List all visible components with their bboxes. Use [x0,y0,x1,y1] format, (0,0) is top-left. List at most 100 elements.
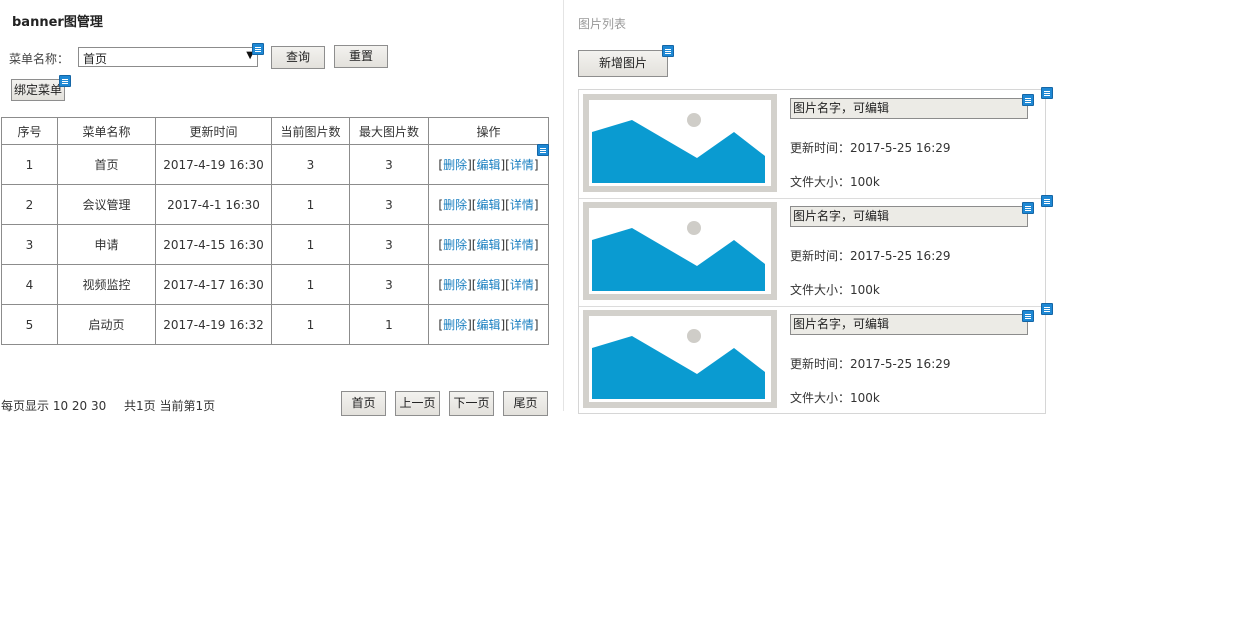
cell-no: 4 [1,264,58,305]
annotation-note-icon [1022,310,1034,322]
delete-link[interactable]: 删除 [443,278,467,292]
table-row: 2 会议管理 2017-4-1 16:30 1 3 [删除][编辑][详情] [1,184,549,225]
page-summary: 共1页 当前第1页 [124,399,216,413]
menu-select[interactable]: 首页 ▼ [78,47,258,67]
cell-name: 启动页 [57,304,156,345]
column-header: 最大图片数 [349,117,429,145]
column-header: 操作 [428,117,549,145]
image-card: 图片名字，可编辑 更新时间：2017-5-25 16:29 文件大小：100k [579,90,1045,199]
delete-link[interactable]: 删除 [443,238,467,252]
edit-link[interactable]: 编辑 [476,318,500,332]
edit-link[interactable]: 编辑 [476,158,500,172]
cell-current: 1 [271,224,350,265]
last-page-button[interactable]: 尾页 [503,391,548,416]
cell-no: 2 [1,184,58,225]
cell-actions: [删除][编辑][详情] [428,184,549,225]
delete-link[interactable]: 删除 [443,158,467,172]
image-updated-time: 更新时间：2017-5-25 16:29 [790,357,951,371]
delete-link[interactable]: 删除 [443,198,467,212]
column-header: 更新时间 [155,117,272,145]
cell-max: 1 [349,304,429,345]
cell-time: 2017-4-17 16:30 [155,264,272,305]
first-page-button[interactable]: 首页 [341,391,386,416]
cell-actions: [删除][编辑][详情] [428,144,549,185]
image-list-title: 图片列表 [578,17,627,31]
image-name-input[interactable]: 图片名字，可编辑 [790,206,1028,227]
image-thumbnail[interactable] [583,94,777,192]
edit-link[interactable]: 编辑 [476,198,500,212]
delete-link[interactable]: 删除 [443,318,467,332]
cell-current: 1 [271,184,350,225]
bind-menu-button[interactable]: 绑定菜单 [11,79,65,101]
image-thumbnail[interactable] [583,202,777,300]
annotation-note-icon [1022,94,1034,106]
cell-no: 5 [1,304,58,345]
cell-name: 会议管理 [57,184,156,225]
cell-no: 1 [1,144,58,185]
cell-name: 首页 [57,144,156,185]
column-header: 当前图片数 [271,117,350,145]
annotation-note-icon [252,43,264,55]
detail-link[interactable]: 详情 [510,238,534,252]
cell-no: 3 [1,224,58,265]
annotation-note-icon [1041,303,1053,315]
cell-time: 2017-4-19 16:32 [155,304,272,345]
annotation-note-icon [537,144,549,156]
query-button[interactable]: 查询 [271,46,325,69]
image-file-size: 文件大小：100k [790,283,880,297]
cell-max: 3 [349,264,429,305]
image-card: 图片名字，可编辑 更新时间：2017-5-25 16:29 文件大小：100k [579,306,1045,414]
cell-time: 2017-4-19 16:30 [155,144,272,185]
edit-link[interactable]: 编辑 [476,278,500,292]
detail-link[interactable]: 详情 [510,318,534,332]
image-name-input[interactable]: 图片名字，可编辑 [790,314,1028,335]
image-file-size: 文件大小：100k [790,175,880,189]
detail-link[interactable]: 详情 [510,278,534,292]
table-row: 4 视频监控 2017-4-17 16:30 1 3 [删除][编辑][详情] [1,264,549,305]
image-updated-time: 更新时间：2017-5-25 16:29 [790,141,951,155]
cell-max: 3 [349,224,429,265]
image-name-input[interactable]: 图片名字，可编辑 [790,98,1028,119]
detail-link[interactable]: 详情 [510,198,534,212]
cell-name: 视频监控 [57,264,156,305]
table-header-row: 序号 菜单名称 更新时间 当前图片数 最大图片数 操作 [1,117,549,145]
menu-name-label: 菜单名称： [9,52,70,66]
cell-time: 2017-4-1 16:30 [155,184,272,225]
cell-current: 3 [271,144,350,185]
image-placeholder-icon [589,316,771,402]
detail-link[interactable]: 详情 [510,158,534,172]
cell-time: 2017-4-15 16:30 [155,224,272,265]
cell-actions: [删除][编辑][详情] [428,304,549,345]
annotation-note-icon [59,75,71,87]
image-file-size: 文件大小：100k [790,391,880,405]
table-row: 5 启动页 2017-4-19 16:32 1 1 [删除][编辑][详情] [1,304,549,345]
edit-link[interactable]: 编辑 [476,238,500,252]
cell-max: 3 [349,144,429,185]
table-row: 3 申请 2017-4-15 16:30 1 3 [删除][编辑][详情] [1,224,549,265]
panel-divider [563,0,564,411]
image-placeholder-icon [589,100,771,186]
annotation-note-icon [1041,195,1053,207]
cell-current: 1 [271,264,350,305]
image-placeholder-icon [589,208,771,294]
annotation-note-icon [1022,202,1034,214]
cell-max: 3 [349,184,429,225]
add-image-button[interactable]: 新增图片 [578,50,668,77]
cell-name: 申请 [57,224,156,265]
cell-actions: [删除][编辑][详情] [428,264,549,305]
cell-current: 1 [271,304,350,345]
menu-table: 序号 菜单名称 更新时间 当前图片数 最大图片数 操作 1 首页 2017-4-… [1,117,549,345]
image-thumbnail[interactable] [583,310,777,408]
menu-select-value: 首页 [83,52,108,66]
column-header: 菜单名称 [57,117,156,145]
prev-page-button[interactable]: 上一页 [395,391,440,416]
page-title: banner图管理 [12,15,103,30]
image-card: 图片名字，可编辑 更新时间：2017-5-25 16:29 文件大小：100k [579,198,1045,307]
cell-actions: [删除][编辑][详情] [428,224,549,265]
annotation-note-icon [1041,87,1053,99]
image-list-panel: 图片名字，可编辑 更新时间：2017-5-25 16:29 文件大小：100k … [578,87,1053,414]
reset-button[interactable]: 重置 [334,45,388,68]
next-page-button[interactable]: 下一页 [449,391,494,416]
column-header: 序号 [1,117,58,145]
table-row: 1 首页 2017-4-19 16:30 3 3 [删除][编辑][详情] [1,144,549,185]
